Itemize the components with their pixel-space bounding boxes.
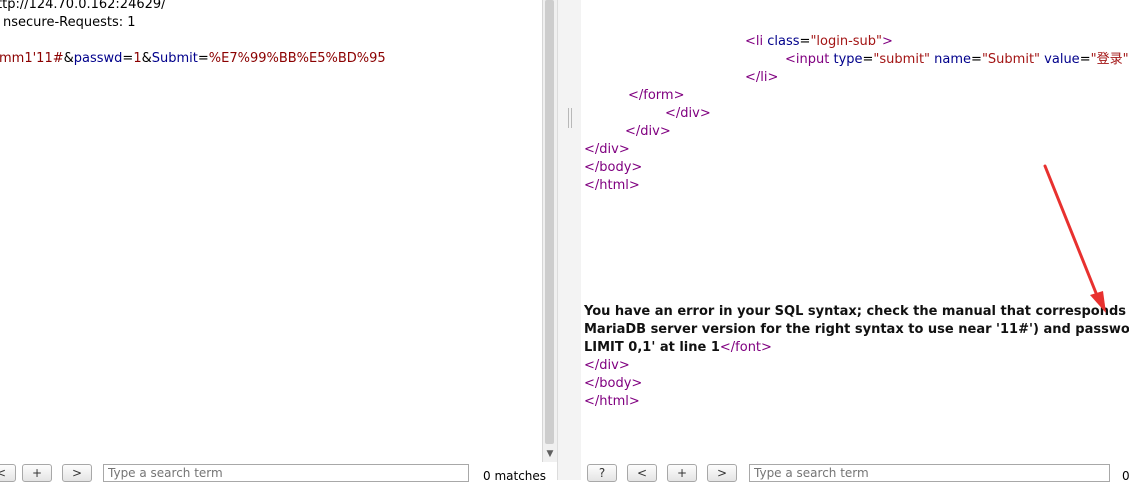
body-eq-1: = bbox=[122, 51, 133, 66]
sql-error-text-3: LIMIT 0,1' at line 1 bbox=[584, 340, 720, 355]
code-token: = bbox=[800, 34, 811, 49]
code-token: </body> bbox=[584, 160, 642, 175]
tail-div-close: </div> bbox=[584, 357, 630, 375]
code-token: "login-sub" bbox=[810, 34, 882, 49]
param-submit: Submit bbox=[152, 51, 198, 66]
code-token: = bbox=[971, 52, 982, 67]
response-code-line: <li class="login-sub"> bbox=[745, 33, 893, 51]
code-token: </div> bbox=[584, 142, 630, 157]
code-token: type bbox=[833, 52, 862, 67]
splitter-grip-icon[interactable] bbox=[568, 108, 572, 128]
request-body-line: mm1'11#&passwd=1&Submit=%E7%99%BB%E5%BD%… bbox=[0, 50, 386, 68]
body-eq-2: = bbox=[198, 51, 209, 66]
response-code-line: </div> bbox=[584, 141, 630, 159]
sql-error-line-2: MariaDB server version for the right syn… bbox=[584, 321, 1129, 339]
left-match-count: 0 matches bbox=[483, 469, 546, 483]
code-token: "Submit" bbox=[982, 52, 1040, 67]
response-code-line: </form> bbox=[628, 87, 684, 105]
response-code-line: </li> bbox=[745, 69, 778, 87]
code-token: value bbox=[1044, 52, 1080, 67]
response-viewer[interactable]: <li class="login-sub"><input type="submi… bbox=[581, 0, 1129, 480]
font-close-tag: </font> bbox=[720, 340, 772, 355]
response-code-line: </div> bbox=[665, 105, 711, 123]
right-match-count: 0 bbox=[1122, 469, 1129, 483]
right-help-button[interactable]: ? bbox=[587, 464, 617, 482]
right-next-button[interactable]: > bbox=[707, 464, 737, 482]
code-token: = bbox=[1080, 52, 1091, 67]
value-passwd: 1 bbox=[133, 51, 141, 66]
body-amp-1: & bbox=[64, 51, 74, 66]
code-token: </div> bbox=[665, 106, 711, 121]
code-token: <input bbox=[785, 52, 833, 67]
response-code-line: </body> bbox=[584, 159, 642, 177]
sql-error-line-3: LIMIT 0,1' at line 1</font> bbox=[584, 339, 772, 357]
body-amp-2: & bbox=[142, 51, 152, 66]
response-code-line: </html> bbox=[584, 177, 640, 195]
param-passwd: passwd bbox=[74, 51, 123, 66]
code-token: "登录" bbox=[1091, 52, 1129, 67]
code-token: = bbox=[863, 52, 874, 67]
left-prev-button[interactable]: < bbox=[0, 464, 16, 482]
response-code-line: </div> bbox=[625, 123, 671, 141]
scrollbar-thumb[interactable] bbox=[545, 0, 554, 444]
value-submit: %E7%99%BB%E5%BD%95 bbox=[209, 51, 386, 66]
tail-body-close: </body> bbox=[584, 375, 642, 393]
sql-error-line-1: You have an error in your SQL syntax; ch… bbox=[584, 303, 1129, 321]
code-token: </html> bbox=[584, 178, 640, 193]
request-header-line: nsecure-Requests: 1 bbox=[3, 14, 136, 32]
code-token: </li> bbox=[745, 70, 778, 85]
left-add-button[interactable]: + bbox=[22, 464, 52, 482]
response-code-line: <input type="submit" name="Submit" value… bbox=[785, 51, 1129, 69]
code-token: class bbox=[767, 34, 799, 49]
code-token: <li bbox=[745, 34, 767, 49]
code-token: </div> bbox=[625, 124, 671, 139]
right-add-button[interactable]: + bbox=[667, 464, 697, 482]
code-token: name bbox=[934, 52, 971, 67]
scroll-down-arrow-icon[interactable]: ▼ bbox=[545, 448, 555, 460]
right-search-input[interactable] bbox=[749, 464, 1110, 482]
code-token: </form> bbox=[628, 88, 684, 103]
code-token: > bbox=[882, 34, 893, 49]
pane-splitter[interactable] bbox=[557, 0, 583, 480]
request-scrollbar[interactable]: ▼ bbox=[542, 0, 557, 462]
code-token: "submit" bbox=[873, 52, 930, 67]
request-editor[interactable]: ttp://124.70.0.162:24629/ nsecure-Reques… bbox=[0, 0, 542, 480]
left-next-button[interactable]: > bbox=[62, 464, 92, 482]
tail-html-close: </html> bbox=[584, 393, 640, 411]
body-prefix: mm1'11# bbox=[0, 51, 64, 66]
left-search-input[interactable] bbox=[103, 464, 469, 482]
right-prev-button[interactable]: < bbox=[627, 464, 657, 482]
request-host-line: ttp://124.70.0.162:24629/ bbox=[0, 0, 166, 14]
